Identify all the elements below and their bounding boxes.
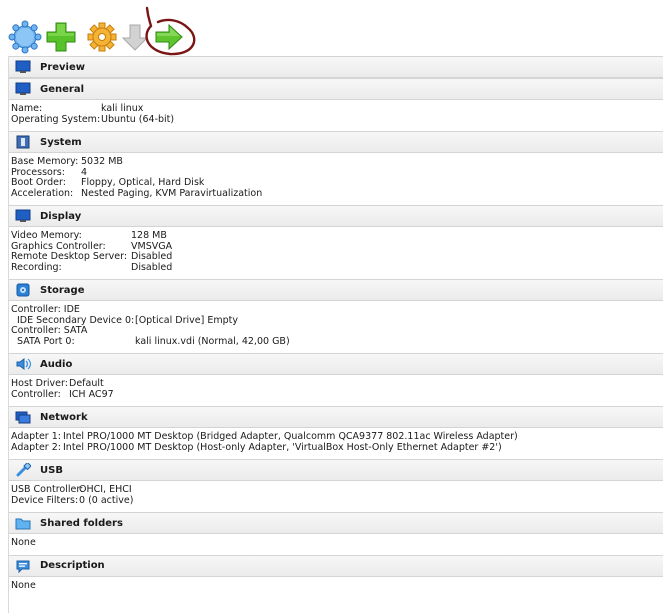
detail-row: Host Driver: Default [11, 378, 104, 389]
section-header-description[interactable]: Description [9, 554, 663, 577]
detail-row: Controller: SATA [11, 325, 88, 336]
detail-row: Controller: ICH AC97 [11, 388, 114, 400]
detail-row: Operating System: Ubuntu (64-bit) [11, 113, 175, 125]
section-header-audio[interactable]: Audio [9, 353, 663, 375]
detail-row: Recording: Disabled [11, 261, 173, 273]
new-button[interactable] [8, 20, 42, 54]
section-title: Display [40, 210, 82, 222]
section-body-network: Adapter 1: Intel PRO/1000 MT Desktop (Bri… [9, 428, 663, 459]
section-header-general[interactable]: General [9, 78, 663, 100]
section-header-shared-folders[interactable]: Shared folders [9, 512, 663, 534]
section-header-display[interactable]: Display [9, 205, 663, 227]
detail-row: Video Memory: 128 MB [11, 230, 167, 241]
usb-icon [15, 462, 31, 478]
section-body-display: Video Memory: 128 MB Graphics Controller:… [9, 227, 663, 279]
section-header-network[interactable]: Network [9, 406, 663, 428]
section-header-preview[interactable]: Preview [9, 56, 663, 78]
speaker-icon [15, 356, 31, 372]
gear-icon [87, 22, 117, 52]
chip-icon [15, 134, 31, 150]
section-body-usb: USB Controller: OHCI, EHCI Device Filters… [9, 481, 663, 512]
network-icon [15, 409, 31, 425]
section-body-system: Base Memory: 5032 MB Processors: 4 Boot Or… [9, 153, 663, 205]
section-title: Network [40, 411, 88, 423]
discard-arrow-icon [121, 24, 149, 51]
section-title: USB [40, 464, 63, 476]
start-arrow-icon [155, 23, 183, 51]
detail-row: IDE Secondary Device 0: [Optical Drive] E… [17, 314, 238, 326]
section-title: Storage [40, 284, 85, 296]
detail-row: SATA Port 0: kali linux.vdi (Normal, 42,0… [17, 335, 290, 347]
monitor-icon [15, 81, 31, 97]
start-button[interactable] [152, 20, 186, 54]
detail-row: Acceleration: Nested Paging, KVM Paravirt… [11, 187, 263, 199]
section-title: Shared folders [40, 517, 123, 529]
speech-bubble-icon [15, 558, 31, 574]
section-body-shared-folders: None [9, 534, 663, 555]
section-body-audio: Host Driver: Default Controller: ICH AC97 [9, 375, 663, 406]
detail-row: Remote Desktop Server: Disabled [11, 251, 173, 262]
new-icon [8, 20, 42, 54]
add-button[interactable] [44, 20, 78, 54]
section-header-system[interactable]: System [9, 131, 663, 153]
storage-icon [15, 282, 31, 298]
section-header-storage[interactable]: Storage [9, 279, 663, 301]
add-icon [46, 22, 76, 52]
detail-row: Base Memory: 5032 MB [11, 156, 123, 167]
section-title: System [40, 136, 82, 148]
section-title: General [40, 83, 84, 95]
detail-row: Boot Order: Floppy, Optical, Hard Disk [11, 177, 205, 188]
detail-row: Adapter 2: Intel PRO/1000 MT Desktop (Hos… [11, 441, 502, 453]
section-body-description: None [9, 577, 663, 598]
detail-row: Adapter 1: Intel PRO/1000 MT Desktop (Bri… [11, 431, 518, 442]
section-body-storage: Controller: IDE IDE Secondary Device 0:[… [9, 301, 663, 353]
monitor-icon [15, 208, 31, 224]
section-title: Audio [40, 358, 73, 370]
detail-row: None [11, 537, 36, 548]
section-title: Description [40, 560, 105, 571]
section-title: Preview [40, 61, 86, 73]
discard-button[interactable] [118, 20, 152, 54]
folder-icon [15, 515, 31, 531]
settings-button[interactable] [85, 20, 119, 54]
monitor-icon [15, 59, 31, 75]
details-panel: Preview General Name: kali linux Operatin… [8, 56, 663, 613]
detail-row: Device Filters: 0 (0 active) [11, 494, 134, 506]
section-header-usb[interactable]: USB [9, 459, 663, 481]
detail-row: Name: kali linux [11, 103, 144, 114]
detail-row: Controller: IDE [11, 304, 80, 315]
detail-row: None [11, 579, 36, 591]
detail-row: USB Controller: OHCI, EHCI [11, 484, 132, 495]
toolbar [0, 0, 665, 56]
section-body-general: Name: kali linux Operating System: Ubuntu … [9, 100, 663, 131]
